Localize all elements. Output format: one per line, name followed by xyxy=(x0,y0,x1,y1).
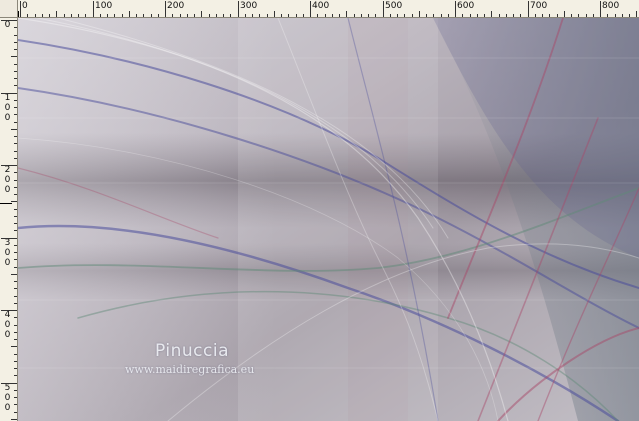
ruler-label-800: 800 xyxy=(602,1,620,11)
vertical-ruler[interactable]: 0 1 0 0 2 0 0 3 0 0 4 0 0 5 0 0 xyxy=(0,18,18,421)
ruler-tick xyxy=(419,11,420,17)
ruler-tick xyxy=(491,11,492,17)
ruler-label-v400-d2: 0 xyxy=(4,330,11,340)
ruler-tick xyxy=(11,274,17,275)
ruler-tick xyxy=(11,129,17,130)
ruler-tick xyxy=(455,1,456,17)
ruler-label-100: 100 xyxy=(95,1,113,11)
ruler-tick xyxy=(1,20,17,21)
ruler-label-200: 200 xyxy=(167,1,185,11)
ruler-tick xyxy=(383,1,384,17)
ruler-label-v400-d1: 0 xyxy=(4,320,11,330)
ruler-tick xyxy=(11,56,17,57)
ruler-label-v500-d0: 5 xyxy=(4,383,11,393)
ruler-label-v500-d1: 0 xyxy=(4,393,11,403)
watermark-url: www.maidiregrafica.eu xyxy=(125,363,255,376)
ruler-label-600: 600 xyxy=(457,1,475,11)
ruler-tick xyxy=(1,238,17,239)
ruler-tick xyxy=(1,310,17,311)
ruler-tick xyxy=(11,419,17,420)
ruler-label-700: 700 xyxy=(530,1,548,11)
ruler-tick xyxy=(56,11,57,17)
ruler-label-v500-d2: 0 xyxy=(4,403,11,413)
ruler-tick xyxy=(11,346,17,347)
ruler-cursor-marker-horizontal xyxy=(18,11,19,17)
ruler-tick xyxy=(165,1,166,17)
ruler-tick xyxy=(346,11,347,17)
ruler-tick xyxy=(11,201,17,202)
horizontal-ruler[interactable]: 0 100 200 300 400 500 600 700 800 xyxy=(18,0,639,18)
ruler-tick xyxy=(238,1,239,17)
watermark-name: Pinuccia xyxy=(155,341,229,361)
ruler-tick xyxy=(129,11,130,17)
ruler-label-v100-d2: 0 xyxy=(4,113,11,123)
ruler-label-v200-d1: 0 xyxy=(4,175,11,185)
ruler-label-v300-d2: 0 xyxy=(4,258,11,268)
ruler-label-v0-d0: 0 xyxy=(4,20,11,30)
ruler-tick xyxy=(528,1,529,17)
ruler-label-v100-d1: 0 xyxy=(4,103,11,113)
image-canvas[interactable]: Pinuccia www.maidiregrafica.eu xyxy=(18,18,639,421)
ruler-tick xyxy=(1,93,17,94)
ruler-tick xyxy=(310,1,311,17)
ruler-label-v300-d0: 3 xyxy=(4,238,11,248)
ruler-label-0: 0 xyxy=(22,1,28,11)
ruler-tick xyxy=(1,165,17,166)
ruler-cursor-marker-vertical xyxy=(0,203,12,204)
ruler-label-300: 300 xyxy=(240,1,258,11)
ruler-tick xyxy=(600,1,601,17)
ruler-tick xyxy=(274,11,275,17)
ruler-tick xyxy=(201,11,202,17)
image-editor-workspace: 0 100 200 300 400 500 600 700 800 0 1 0 … xyxy=(0,0,639,421)
ruler-tick xyxy=(564,11,565,17)
ruler-tick xyxy=(636,11,637,17)
ruler-label-500: 500 xyxy=(385,1,403,11)
ruler-label-v400-d0: 4 xyxy=(4,310,11,320)
abstract-artwork xyxy=(18,18,639,421)
ruler-tick xyxy=(20,1,21,17)
ruler-label-v200-d0: 2 xyxy=(4,165,11,175)
ruler-label-v300-d1: 0 xyxy=(4,248,11,258)
ruler-tick xyxy=(1,383,17,384)
ruler-label-v100-d0: 1 xyxy=(4,93,11,103)
ruler-corner[interactable] xyxy=(0,0,18,18)
ruler-label-v200-d2: 0 xyxy=(4,185,11,195)
ruler-label-400: 400 xyxy=(312,1,330,11)
ruler-tick xyxy=(93,1,94,17)
